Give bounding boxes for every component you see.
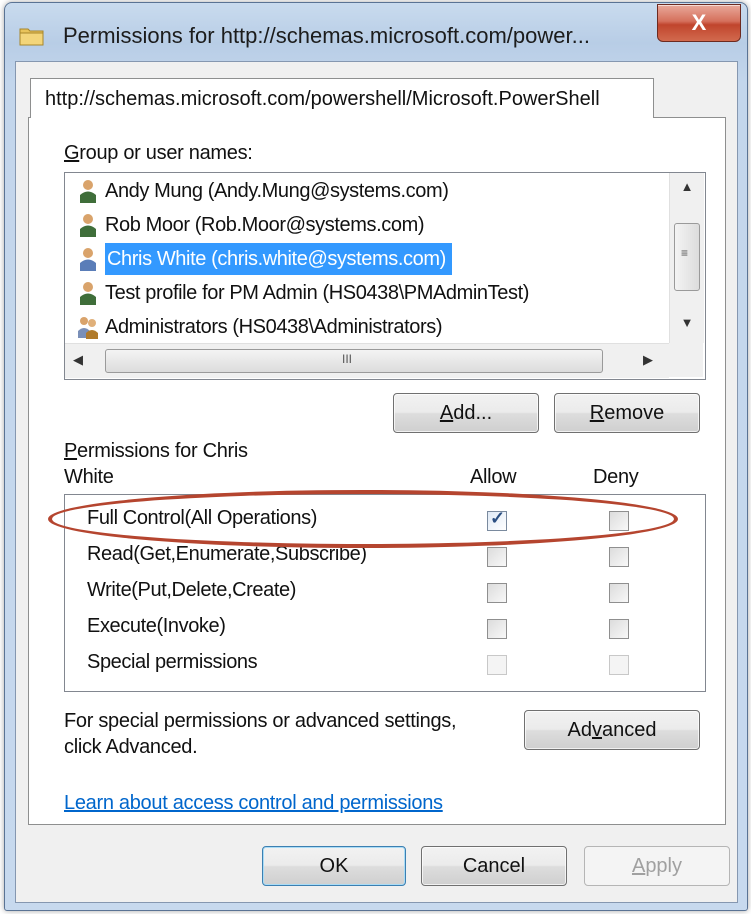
ok-button[interactable]: OK [262,846,406,886]
list-item[interactable]: Rob Moor (Rob.Moor@systems.com) [77,209,424,241]
vertical-scrollbar[interactable]: ▲ ≡ ▼ [669,173,704,343]
permission-name: Execute(Invoke) [87,615,226,637]
user-icon [80,214,96,237]
grip-icon: ≡ [681,246,689,260]
permission-name: Read(Get,Enumerate,Subscribe) [87,543,367,565]
permission-name: Full Control(All Operations) [87,507,317,529]
user-name: Test profile for PM Admin (HS0438\PMAdmi… [105,282,529,304]
grip-icon: III [342,352,353,366]
window-title: Permissions for http://schemas.microsoft… [63,23,590,48]
group-or-user-names-label: Group or user names: [64,142,253,164]
permissions-for-label-line2: White [64,466,114,488]
user-name: Andy Mung (Andy.Mung@systems.com) [105,180,449,202]
scroll-up-arrow-icon[interactable]: ▲ [670,179,704,194]
cancel-button[interactable]: Cancel [421,846,567,886]
list-item[interactable]: Administrators (HS0438\Administrators) [77,311,443,343]
list-item[interactable]: Chris White (chris.white@systems.com) [77,243,452,275]
close-icon: X [691,10,707,35]
user-icon [80,180,96,203]
permission-name: Write(Put,Delete,Create) [87,579,296,601]
advanced-hint-line2: click Advanced. [64,736,198,758]
allow-checkbox[interactable] [487,619,507,639]
user-name: Chris White (chris.white@systems.com) [105,243,452,275]
permission-name: Special permissions [87,651,258,673]
remove-button[interactable]: Remove [554,393,700,433]
apply-button[interactable]: Apply [584,846,730,886]
deny-checkbox[interactable] [609,547,629,567]
group-users-icon [78,317,98,339]
allow-checkbox[interactable]: ✓ [487,508,507,531]
allow-checkbox[interactable] [487,583,507,603]
deny-checkbox[interactable] [609,655,629,675]
horizontal-scroll-thumb[interactable]: III [105,349,603,373]
deny-checkbox[interactable] [609,619,629,639]
deny-checkbox[interactable] [609,511,629,531]
allow-column-header: Allow [470,466,517,488]
allow-checkbox[interactable] [487,655,507,675]
vertical-scroll-thumb[interactable]: ≡ [674,223,700,291]
scroll-left-arrow-icon[interactable]: ◀ [73,352,83,368]
list-item[interactable]: Andy Mung (Andy.Mung@systems.com) [77,175,449,207]
user-icon [80,282,96,305]
advanced-hint-line1: For special permissions or advanced sett… [64,710,457,732]
scroll-down-arrow-icon[interactable]: ▼ [670,315,704,330]
user-list[interactable]: Andy Mung (Andy.Mung@systems.com) Rob Moo… [64,172,706,380]
deny-checkbox[interactable] [609,583,629,603]
list-item[interactable]: Test profile for PM Admin (HS0438\PMAdmi… [77,277,529,309]
user-name: Administrators (HS0438\Administrators) [105,316,443,338]
permissions-for-label: Permissions for Chris [64,440,248,462]
close-button[interactable]: X [657,4,741,42]
access-control-help-link[interactable]: Learn about access control and permissio… [64,792,443,815]
user-icon [80,248,96,271]
tab-object-path[interactable]: http://schemas.microsoft.com/powershell/… [30,78,654,118]
user-name: Rob Moor (Rob.Moor@systems.com) [105,214,425,236]
checkmark-icon: ✓ [490,508,506,528]
horizontal-scrollbar[interactable]: ◀ III ▶ [65,343,669,378]
scrollbar-corner [669,343,703,377]
allow-checkbox[interactable] [487,547,507,567]
add-button[interactable]: Ad d... [393,393,539,433]
folder-icon [19,28,44,46]
deny-column-header: Deny [593,466,639,488]
permissions-list: Full Control(All Operations) ✓ Read(Get,En… [64,494,706,692]
advanced-button[interactable]: Ad v anced [524,710,700,750]
scroll-right-arrow-icon[interactable]: ▶ [643,352,653,368]
